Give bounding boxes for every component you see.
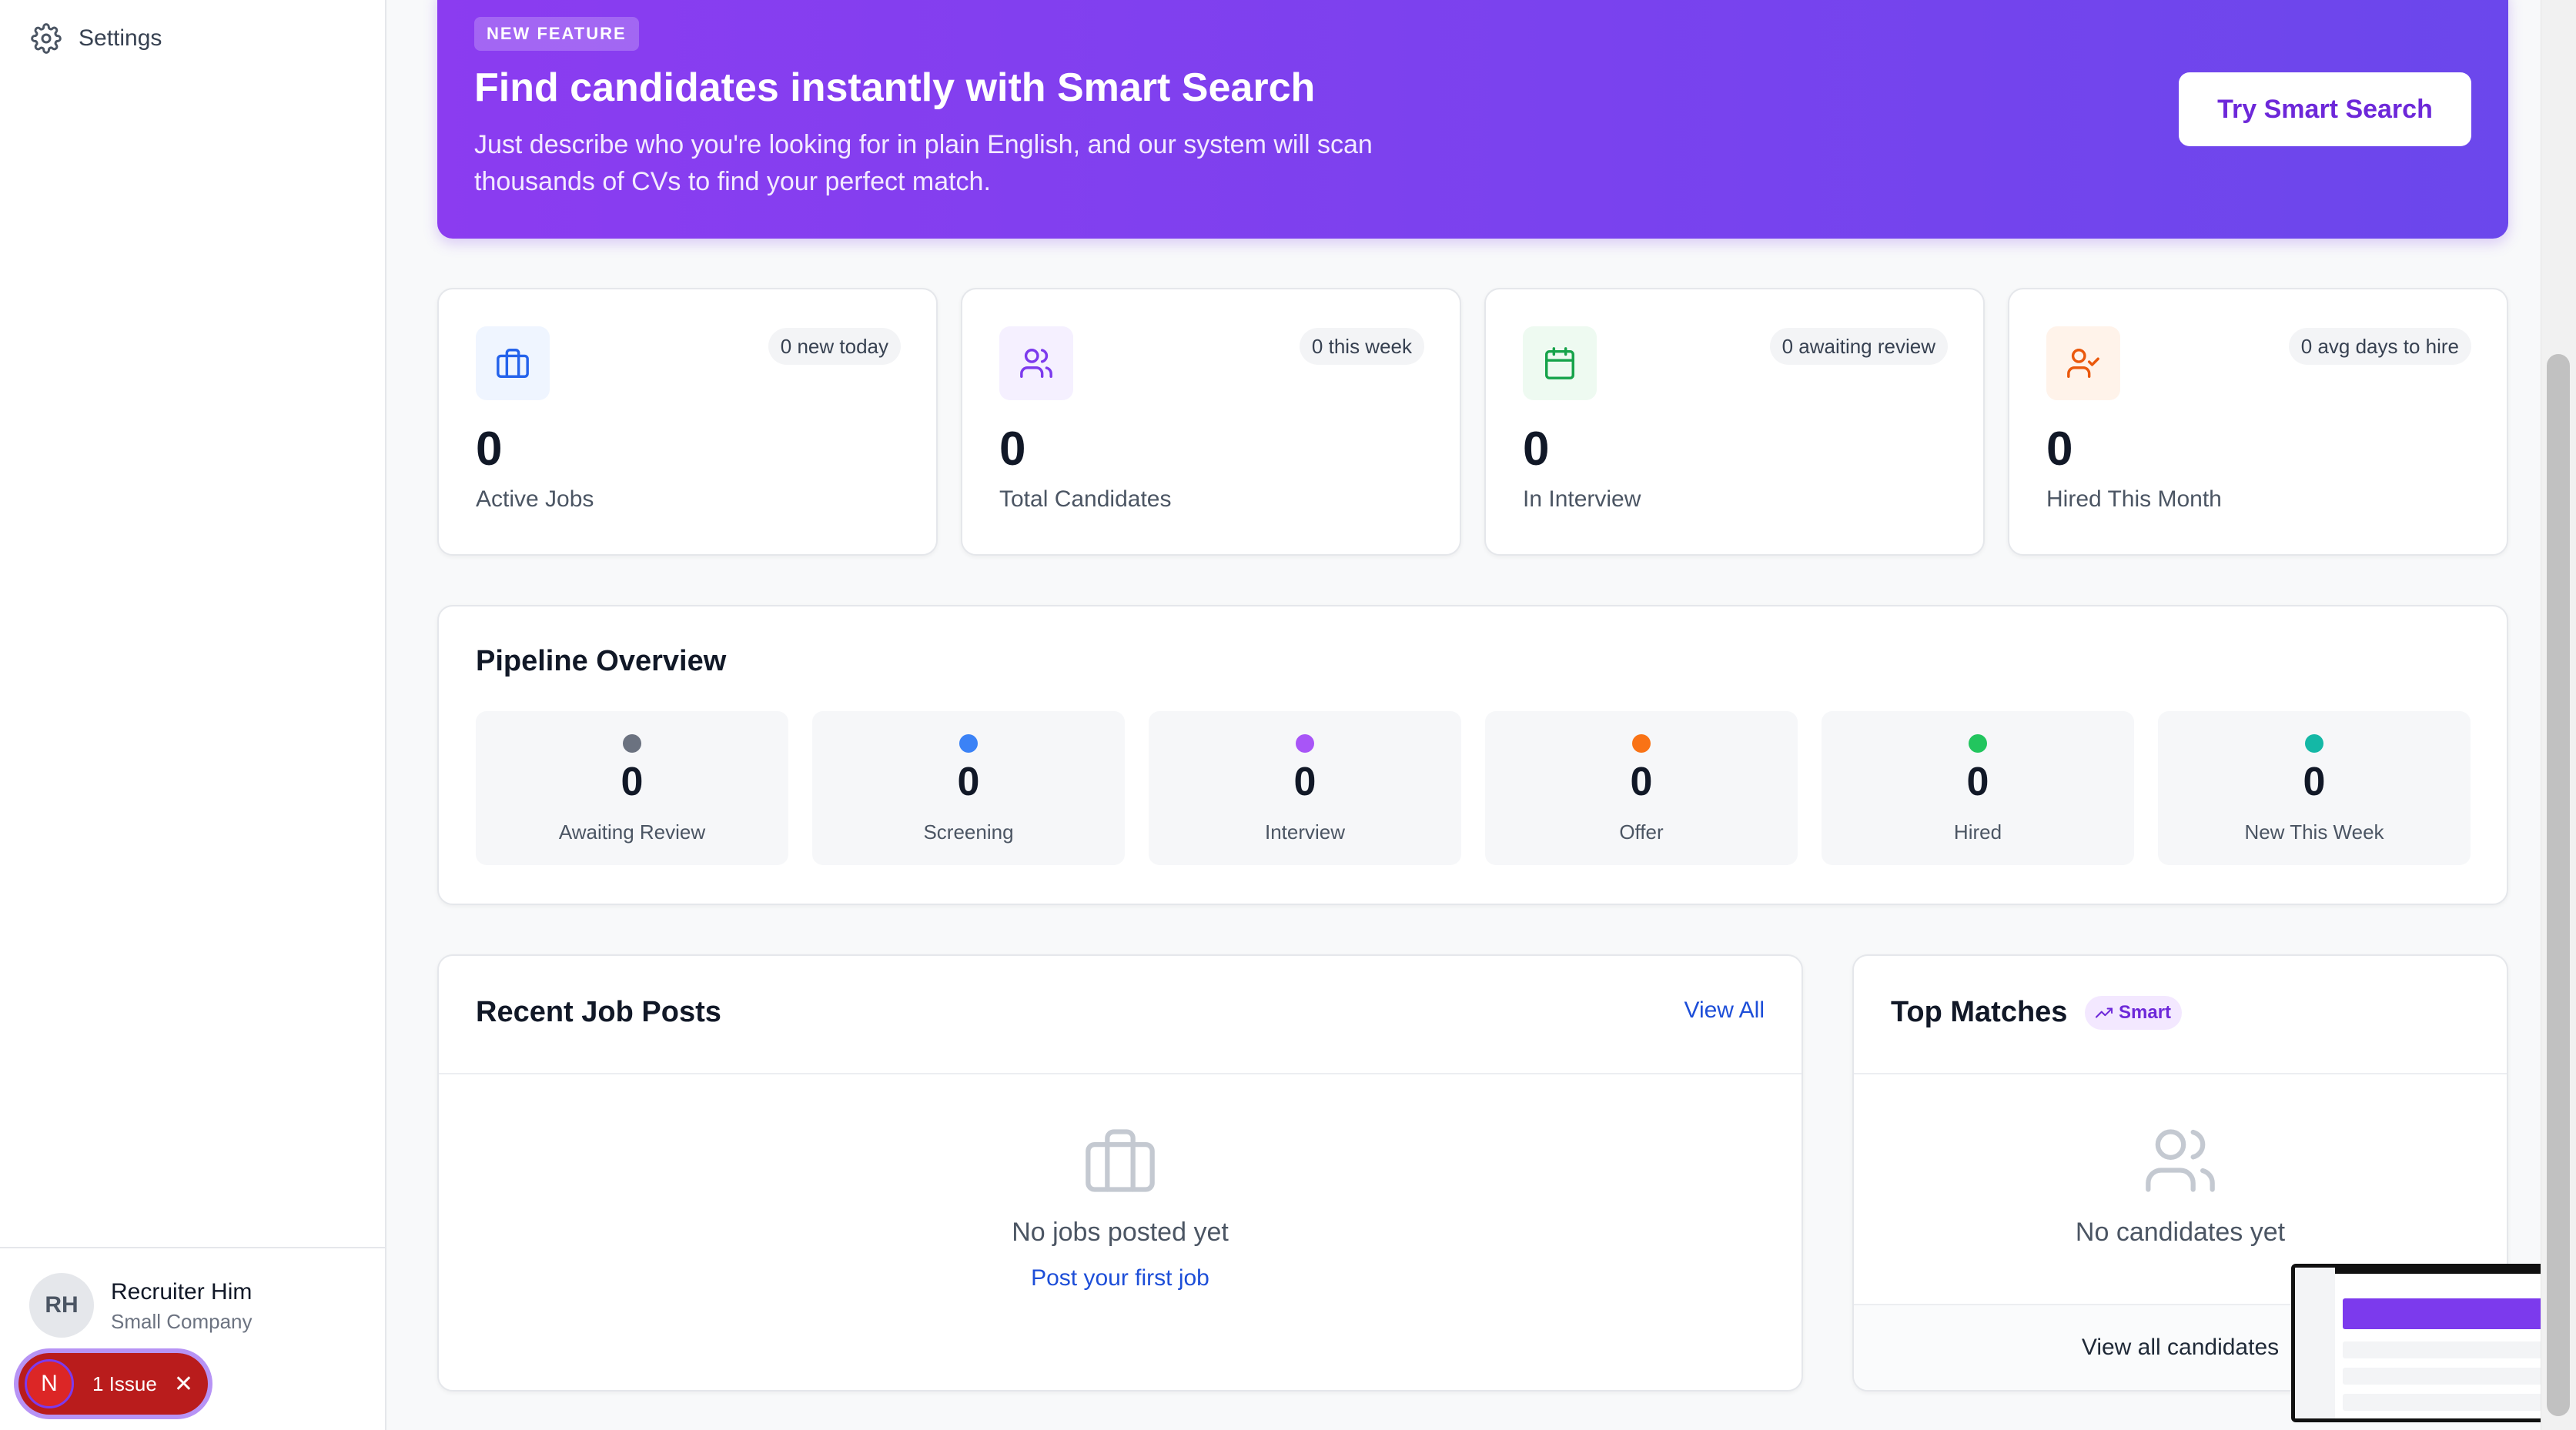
trending-up-icon: [2096, 1007, 2113, 1018]
stat-icon-box: [1523, 326, 1597, 400]
stat-icon-box: [476, 326, 550, 400]
stat-value: 0: [476, 423, 503, 476]
sidebar-user-section: RH Recruiter Him Small Company N 1 Issue…: [0, 1247, 385, 1430]
main-content: NEW FEATURE Find candidates instantly wi…: [386, 0, 2534, 1430]
avatar[interactable]: RH: [29, 1273, 94, 1338]
stat-card-in-interview[interactable]: 0 awaiting review 0 In Interview: [1484, 288, 1985, 556]
stat-icon-box: [2046, 326, 2120, 400]
section-title: Top Matches: [1891, 996, 2068, 1028]
user-check-icon: [2067, 349, 2099, 378]
stat-value: 0: [2046, 423, 2073, 476]
stat-pill: 0 new today: [768, 328, 901, 365]
stage-label: New This Week: [2244, 820, 2384, 844]
stage-value: 0: [1966, 760, 1989, 804]
stage-value: 0: [621, 760, 644, 804]
stat-pill: 0 avg days to hire: [2288, 328, 2471, 365]
dev-tools-icon[interactable]: N: [25, 1359, 74, 1408]
sidebar-item-settings[interactable]: Settings: [31, 17, 162, 60]
thumbnail-row: [2343, 1368, 2551, 1385]
recent-job-posts: Recent Job Posts View All No jobs posted…: [437, 954, 1803, 1392]
status-dot: [623, 734, 641, 753]
briefcase-icon: [497, 349, 529, 378]
card-header: Recent Job Posts View All: [439, 956, 1802, 1074]
thumbnail-sidebar: [2295, 1268, 2335, 1418]
thumbnail-row: [2343, 1341, 2551, 1358]
stat-label: Total Candidates: [999, 486, 1172, 512]
status-dot: [1632, 734, 1651, 753]
scrollbar-thumb[interactable]: [2547, 354, 2570, 1416]
pipeline-stage-screening[interactable]: 0 Screening: [812, 711, 1125, 865]
status-dot: [959, 734, 978, 753]
page-thumbnail-preview[interactable]: [2291, 1264, 2561, 1422]
section-title: Pipeline Overview: [476, 645, 727, 677]
status-dot: [2305, 734, 2323, 753]
pipeline-stage-hired[interactable]: 0 Hired: [1822, 711, 2134, 865]
stat-label: Hired This Month: [2046, 486, 2222, 512]
sidebar-item-label: Settings: [79, 25, 162, 51]
stat-label: Active Jobs: [476, 486, 594, 512]
stage-value: 0: [1293, 760, 1316, 804]
post-first-job-link[interactable]: Post your first job: [439, 1265, 1802, 1291]
stat-pill: 0 this week: [1299, 328, 1424, 365]
stage-value: 0: [957, 760, 980, 804]
stage-label: Awaiting Review: [558, 820, 706, 844]
pipeline-stage-awaiting-review[interactable]: 0 Awaiting Review: [476, 711, 788, 865]
smart-badge-label: Smart: [2119, 1002, 2172, 1023]
smart-search-banner: NEW FEATURE Find candidates instantly wi…: [437, 0, 2508, 239]
try-smart-search-button[interactable]: Try Smart Search: [2179, 72, 2471, 146]
stage-label: Interview: [1264, 820, 1346, 844]
section-title: Recent Job Posts: [476, 996, 721, 1028]
view-all-link[interactable]: View All: [1684, 997, 1765, 1024]
pipeline-overview: Pipeline Overview 0 Awaiting Review 0 Sc…: [437, 605, 2508, 905]
user-company: Small Company: [111, 1310, 253, 1333]
stat-card-total-candidates[interactable]: 0 this week 0 Total Candidates: [961, 288, 1461, 556]
status-dot: [1969, 734, 1987, 753]
calendar-icon: [1545, 347, 1574, 379]
sidebar: Settings RH Recruiter Him Small Company …: [0, 0, 386, 1430]
stage-label: Screening: [923, 820, 1014, 844]
pipeline-stage-offer[interactable]: 0 Offer: [1485, 711, 1798, 865]
stage-value: 0: [1630, 760, 1653, 804]
stat-card-hired-this-month[interactable]: 0 avg days to hire 0 Hired This Month: [2008, 288, 2508, 556]
banner-description: Just describe who you're looking for in …: [474, 130, 1373, 196]
users-icon: [2146, 1129, 2215, 1192]
stat-card-active-jobs[interactable]: 0 new today 0 Active Jobs: [437, 288, 938, 556]
stage-value: 0: [2303, 760, 2326, 804]
new-feature-badge: NEW FEATURE: [474, 17, 639, 51]
empty-state-text: No jobs posted yet: [1012, 1218, 1229, 1247]
thumbnail-row: [2343, 1394, 2551, 1411]
stat-label: In Interview: [1523, 486, 1641, 512]
issues-badge[interactable]: N 1 Issue ✕: [18, 1353, 208, 1415]
pipeline-stage-interview[interactable]: 0 Interview: [1149, 711, 1461, 865]
users-icon: [1020, 349, 1052, 378]
gear-icon: [31, 23, 62, 54]
briefcase-icon: [1086, 1129, 1155, 1192]
stage-label: Hired: [1953, 820, 2002, 844]
scrollbar[interactable]: [2541, 0, 2576, 1430]
thumbnail-banner: [2343, 1298, 2551, 1329]
stat-pill: 0 awaiting review: [1769, 328, 1948, 365]
stage-label: Offer: [1619, 820, 1664, 844]
pipeline-stage-new-this-week[interactable]: 0 New This Week: [2158, 711, 2471, 865]
status-dot: [1296, 734, 1314, 753]
issues-label[interactable]: 1 Issue: [92, 1372, 157, 1396]
close-icon[interactable]: ✕: [174, 1371, 193, 1398]
stat-value: 0: [999, 423, 1026, 476]
card-header: Top Matches Smart: [1854, 956, 2507, 1074]
banner-title: Find candidates instantly with Smart Sea…: [474, 65, 1316, 110]
smart-badge: Smart: [2085, 996, 2183, 1030]
empty-state-text: No candidates yet: [2075, 1218, 2286, 1247]
stat-icon-box: [999, 326, 1073, 400]
user-name: Recruiter Him: [111, 1279, 253, 1305]
stat-value: 0: [1523, 423, 1550, 476]
